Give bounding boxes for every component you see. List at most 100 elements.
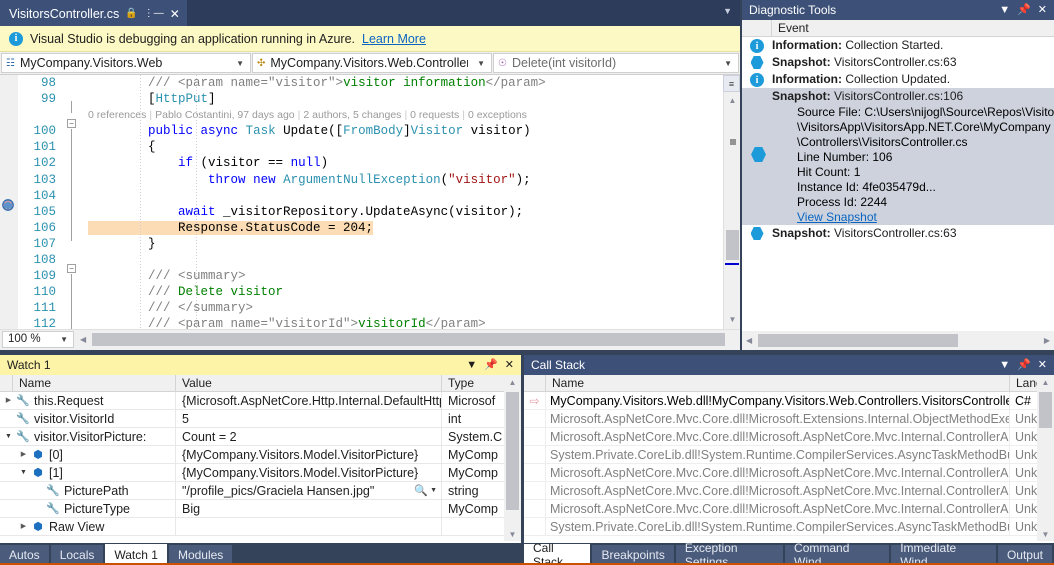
watch-row[interactable]: ▼ 🔧 visitor.VisitorPicture: Count = 2 System… — [0, 428, 521, 446]
column-header-name[interactable]: Name — [13, 375, 176, 391]
chevron-down-icon[interactable]: ▼ — [720, 59, 736, 68]
call-stack-row[interactable]: Microsoft.AspNetCore.Mvc.Core.dll!Micros… — [524, 464, 1054, 482]
scrollbar-thumb[interactable] — [758, 334, 958, 347]
scroll-up-arrow-icon[interactable]: ▲ — [1037, 375, 1054, 387]
diagnostic-event-row[interactable]: Snapshot: VisitorsController.cs:63 — [742, 225, 1054, 242]
string-visualizer-button[interactable]: 🔍 ▼ — [414, 482, 441, 499]
codelens-author[interactable]: Pablo Costantini, 97 days ago — [155, 109, 295, 121]
pin-icon[interactable]: 📌 — [484, 359, 498, 371]
tab-breakpoints[interactable]: Breakpoints — [592, 545, 674, 565]
watch-value-cell[interactable]: "/profile_pics/Graciela Hansen.jpg" 🔍 ▼ — [176, 482, 442, 499]
watch-value-cell[interactable]: Count = 2 — [176, 428, 442, 445]
watch-name-cell[interactable]: ▼ ⬢ [1] — [0, 464, 176, 481]
scroll-left-arrow-icon[interactable]: ◀ — [77, 335, 86, 344]
pin-icon[interactable]: 📌 — [1017, 4, 1031, 16]
call-stack-row[interactable]: Microsoft.AspNetCore.Mvc.Core.dll!Micros… — [524, 410, 1054, 428]
expand-triangle-icon[interactable]: ▶ — [2, 392, 15, 409]
chevron-down-icon[interactable]: ▼ — [232, 59, 248, 68]
call-stack-row[interactable]: System.Private.CoreLib.dll!System.Runtim… — [524, 518, 1054, 536]
tab-modules[interactable]: Modules — [168, 545, 233, 565]
document-tab-visitorscontroller[interactable]: VisitorsController.cs 🔒 ⋮— ✕ — [0, 0, 187, 26]
close-icon[interactable]: ✕ — [1038, 4, 1047, 16]
codelens-bar[interactable]: 0 references | Pablo Costantini, 97 days a… — [84, 107, 740, 123]
scrollbar-thumb[interactable] — [506, 392, 519, 510]
tab-autos[interactable]: Autos — [0, 545, 49, 565]
scrollbar-thumb[interactable] — [726, 230, 739, 260]
expand-triangle-icon[interactable]: ▶ — [17, 446, 30, 463]
watch-name-cell[interactable]: ▶ ⬢ Raw View — [0, 518, 176, 535]
watch-row[interactable]: 🔧 visitor.VisitorId 5 int — [0, 410, 521, 428]
code-line[interactable]: /// <summary> — [84, 268, 740, 284]
code-line[interactable]: throw new ArgumentNullException("visitor… — [84, 172, 740, 188]
navbar-member-dropdown[interactable]: ☉ Delete(int visitorId) ▼ — [493, 53, 739, 73]
collapse-triangle-icon[interactable]: ▼ — [2, 428, 15, 445]
watch-name-cell[interactable]: ▼ 🔧 visitor.VisitorPicture: — [0, 428, 176, 445]
editor-vertical-scrollbar[interactable]: ≡ ▲ ▼ — [723, 75, 740, 329]
magnifier-icon[interactable]: 🔍 — [414, 482, 428, 499]
tab-immediate-wind[interactable]: Immediate Wind... — [891, 541, 996, 565]
chevron-down-icon[interactable]: ▼ — [473, 59, 489, 68]
scroll-up-arrow-icon[interactable]: ▲ — [724, 93, 740, 108]
editor-horizontal-scrollbar[interactable]: ◀ — [77, 331, 740, 348]
watch-row[interactable]: 🔧 PictureType Big MyComp — [0, 500, 521, 518]
watch-name-cell[interactable]: ▶ 🔧 this.Request — [0, 392, 176, 409]
view-snapshot-link-row[interactable]: View Snapshot — [742, 210, 1054, 225]
watch-value-cell[interactable] — [176, 518, 442, 535]
selected-snapshot-block[interactable]: Snapshot: VisitorsController.cs:106 Sourc… — [742, 88, 1054, 225]
watch-value-cell[interactable]: 5 — [176, 410, 442, 427]
code-line[interactable]: { — [84, 139, 740, 155]
tab-overflow-chevron-down-icon[interactable]: ▼ — [723, 6, 740, 20]
chevron-down-icon[interactable]: ▼ — [999, 359, 1010, 371]
watch-name-cell[interactable]: 🔧 PictureType — [0, 500, 176, 517]
code-text-area[interactable]: 98 99 100 101 102 103 104 105 106 107 108 109 110 11… — [0, 75, 740, 329]
watch-value-cell[interactable]: {MyCompany.Visitors.Model.VisitorPicture… — [176, 446, 442, 463]
split-view-button[interactable]: ≡ — [723, 75, 740, 92]
diagnostic-event-row[interactable]: Snapshot: VisitorsController.cs:63 — [742, 54, 1054, 71]
tab-output[interactable]: Output — [997, 545, 1052, 565]
watch-row[interactable]: ▶ ⬢ Raw View — [0, 518, 521, 536]
diagnostic-event-row[interactable]: Snapshot: VisitorsController.cs:106 — [742, 88, 1054, 105]
scroll-right-arrow-icon[interactable]: ▶ — [1044, 336, 1054, 345]
tab-call-stack[interactable]: Call Stack — [524, 541, 591, 565]
diagnostic-event-row[interactable]: i Information: Collection Started. — [742, 37, 1054, 54]
expand-triangle-icon[interactable]: ▶ — [17, 518, 30, 535]
code-line[interactable]: /// <param name="visitor">visitor inform… — [84, 75, 740, 91]
pin-icon[interactable]: 📌 — [1017, 359, 1031, 371]
code-line[interactable]: } — [84, 236, 740, 252]
navbar-project-dropdown[interactable]: ☷ MyCompany.Visitors.Web ▼ — [1, 53, 251, 73]
code-line[interactable]: if (visitor == null) — [84, 155, 740, 171]
fold-toggle-icon[interactable]: − — [67, 264, 76, 273]
code-line[interactable]: /// <param name="visitorId">visitorId</p… — [84, 316, 740, 329]
scroll-down-arrow-icon[interactable]: ▼ — [504, 530, 521, 539]
codelens-exceptions[interactable]: 0 exceptions — [468, 109, 527, 121]
close-icon[interactable]: ✕ — [1038, 359, 1047, 371]
code-line[interactable]: Response.StatusCode = 204; — [84, 220, 740, 236]
watch-value-cell[interactable]: Big — [176, 500, 442, 517]
scrollbar-thumb[interactable] — [92, 332, 725, 346]
codelens-requests[interactable]: 0 requests — [410, 109, 459, 121]
collapse-triangle-icon[interactable]: ▼ — [17, 464, 30, 481]
code-line[interactable] — [84, 252, 740, 268]
watch-row[interactable]: ▼ ⬢ [1] {MyCompany.Visitors.Model.VisitorPi… — [0, 464, 521, 482]
scroll-down-arrow-icon[interactable]: ▼ — [724, 312, 740, 327]
close-icon[interactable]: ✕ — [170, 7, 180, 21]
watch-name-cell[interactable]: ▶ ⬢ [0] — [0, 446, 176, 463]
code-line[interactable]: public async Task Update([FromBody]Visit… — [84, 123, 740, 139]
code-line[interactable]: /// </summary> — [84, 300, 740, 316]
code-line[interactable]: /// Delete visitor — [84, 284, 740, 300]
call-stack-row[interactable]: System.Private.CoreLib.dll!System.Runtim… — [524, 446, 1054, 464]
code-line[interactable]: [HttpPut] — [84, 91, 740, 107]
call-stack-vertical-scrollbar[interactable]: ▲ ▼ — [1037, 375, 1054, 541]
watch-variables-grid[interactable]: Name Value Type ▶ 🔧 this.Request {Microsoft… — [0, 375, 521, 541]
column-header-name[interactable]: Name — [546, 375, 1010, 391]
codelens-changes[interactable]: 2 authors, 5 changes — [303, 109, 401, 121]
scroll-up-arrow-icon[interactable]: ▲ — [504, 375, 521, 387]
navbar-type-dropdown[interactable]: ✣ MyCompany.Visitors.Web.Controllers.\ ▼ — [252, 53, 492, 73]
chevron-down-icon[interactable]: ▼ — [466, 359, 477, 371]
view-snapshot-link[interactable]: View Snapshot — [797, 210, 877, 224]
chevron-down-icon[interactable]: ▼ — [999, 4, 1010, 16]
watch-vertical-scrollbar[interactable]: ▲ ▼ — [504, 375, 521, 541]
diagnostic-event-row[interactable]: i Information: Collection Updated. — [742, 71, 1054, 88]
watch-row[interactable]: 🔧 PicturePath "/profile_pics/Graciela Hans… — [0, 482, 521, 500]
watch-name-cell[interactable]: 🔧 PicturePath — [0, 482, 176, 499]
